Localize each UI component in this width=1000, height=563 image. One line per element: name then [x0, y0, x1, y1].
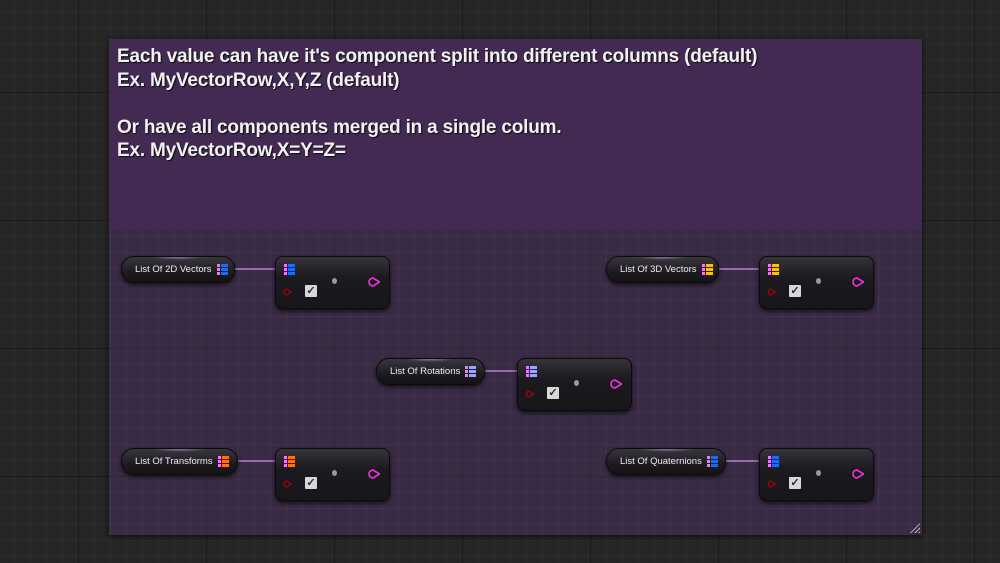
variable-label: List Of 3D Vectors — [620, 264, 697, 275]
array-pin-icon[interactable] — [706, 456, 718, 467]
output-pin-icon[interactable] — [852, 277, 864, 287]
function-node-vector2d[interactable]: ✓ — [275, 256, 390, 309]
checkbox[interactable]: ✓ — [789, 285, 801, 297]
red-pin-icon[interactable] — [767, 288, 777, 296]
output-pin-icon[interactable] — [368, 277, 380, 287]
array-pin-icon[interactable] — [217, 456, 229, 467]
output-pin-icon[interactable] — [852, 469, 864, 479]
variable-label: List Of Rotations — [390, 366, 461, 377]
array-input-pin-icon[interactable] — [526, 366, 537, 377]
variable-node-transform[interactable]: List Of Transforms — [121, 448, 238, 475]
resize-grip-icon[interactable] — [910, 523, 920, 533]
array-input-pin-icon[interactable] — [284, 264, 295, 275]
function-node-rotator[interactable]: ✓ — [517, 358, 632, 411]
output-pin-icon[interactable] — [368, 469, 380, 479]
array-input-pin-icon[interactable] — [284, 456, 295, 467]
red-pin-icon[interactable] — [283, 480, 293, 488]
function-node-quat[interactable]: ✓ — [759, 448, 874, 501]
variable-node-rotator[interactable]: List Of Rotations — [376, 358, 485, 385]
output-pin-icon[interactable] — [610, 379, 622, 389]
pin-dot-icon — [816, 278, 821, 284]
checkbox[interactable]: ✓ — [305, 477, 317, 489]
red-pin-icon[interactable] — [283, 288, 293, 296]
variable-node-vector[interactable]: List Of 3D Vectors — [606, 256, 719, 283]
checkbox[interactable]: ✓ — [547, 387, 559, 399]
variable-label: List Of Transforms — [135, 456, 213, 467]
pin-dot-icon — [332, 470, 337, 476]
comment-header[interactable]: Each value can have it's component split… — [109, 39, 922, 230]
array-pin-icon[interactable] — [216, 264, 228, 275]
red-pin-icon[interactable] — [525, 390, 535, 398]
red-pin-icon[interactable] — [767, 480, 777, 488]
array-pin-icon[interactable] — [701, 264, 713, 275]
variable-node-quat[interactable]: List Of Quaternions — [606, 448, 726, 475]
checkbox[interactable]: ✓ — [305, 285, 317, 297]
variable-node-vector2d[interactable]: List Of 2D Vectors — [121, 256, 235, 283]
array-pin-icon[interactable] — [465, 366, 477, 377]
pin-dot-icon — [816, 470, 821, 476]
comment-text: Each value can have it's component split… — [117, 46, 758, 161]
checkbox[interactable]: ✓ — [789, 477, 801, 489]
array-input-pin-icon[interactable] — [768, 264, 779, 275]
variable-label: List Of 2D Vectors — [135, 264, 212, 275]
function-node-vector[interactable]: ✓ — [759, 256, 874, 309]
variable-label: List Of Quaternions — [620, 456, 702, 467]
pin-dot-icon — [332, 278, 337, 284]
function-node-transform[interactable]: ✓ — [275, 448, 390, 501]
array-input-pin-icon[interactable] — [768, 456, 779, 467]
pin-dot-icon — [574, 380, 579, 386]
